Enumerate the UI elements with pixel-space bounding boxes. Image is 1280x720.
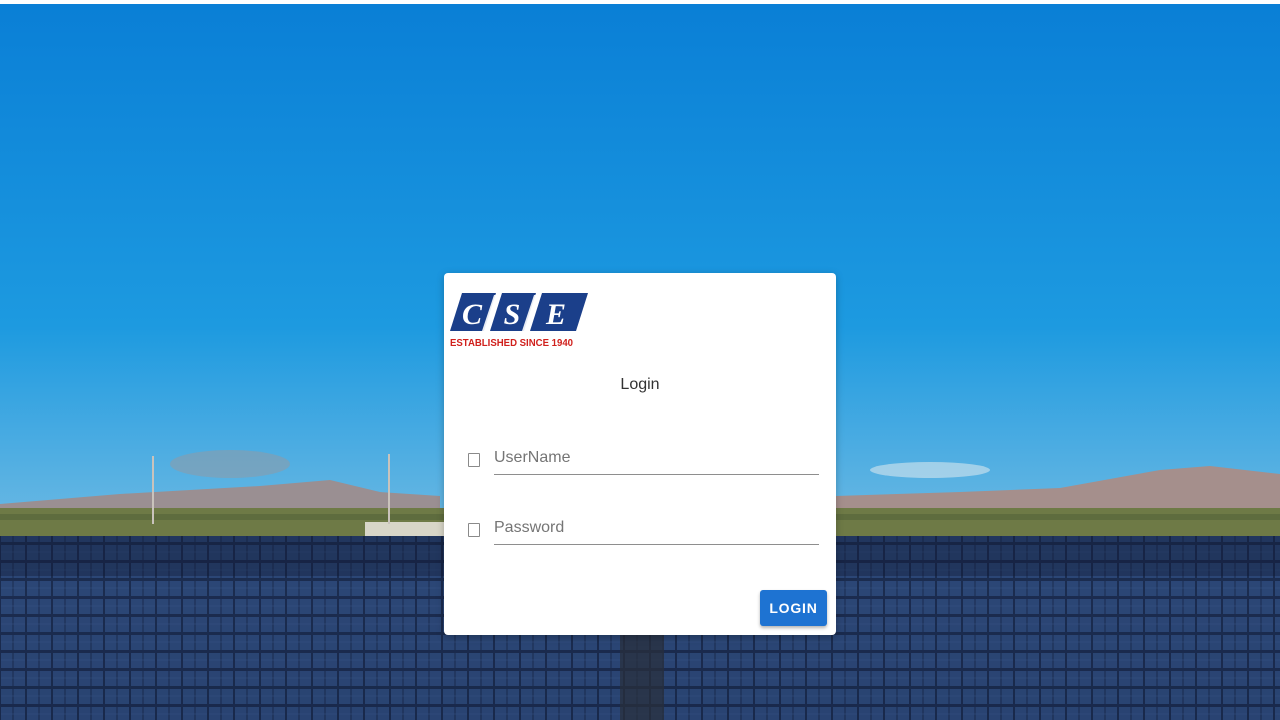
svg-text:ESTABLISHED SINCE 1940: ESTABLISHED SINCE 1940 (450, 337, 573, 349)
login-page: C S E ESTABLISHED SINCE 1940 Login LOGIN (0, 4, 1280, 720)
password-field (466, 511, 819, 547)
svg-text:C: C (462, 298, 483, 331)
login-title: Login (620, 376, 660, 393)
login-button[interactable]: LOGIN (760, 590, 827, 626)
username-field (466, 441, 819, 477)
lock-icon (468, 523, 480, 537)
username-input[interactable] (494, 441, 819, 475)
svg-text:E: E (545, 298, 566, 331)
login-card: C S E ESTABLISHED SINCE 1940 Login LOGIN (444, 273, 836, 635)
cse-logo: C S E ESTABLISHED SINCE 1940 (450, 293, 588, 349)
user-icon (468, 453, 480, 467)
password-input[interactable] (494, 511, 819, 545)
svg-text:S: S (504, 298, 521, 331)
